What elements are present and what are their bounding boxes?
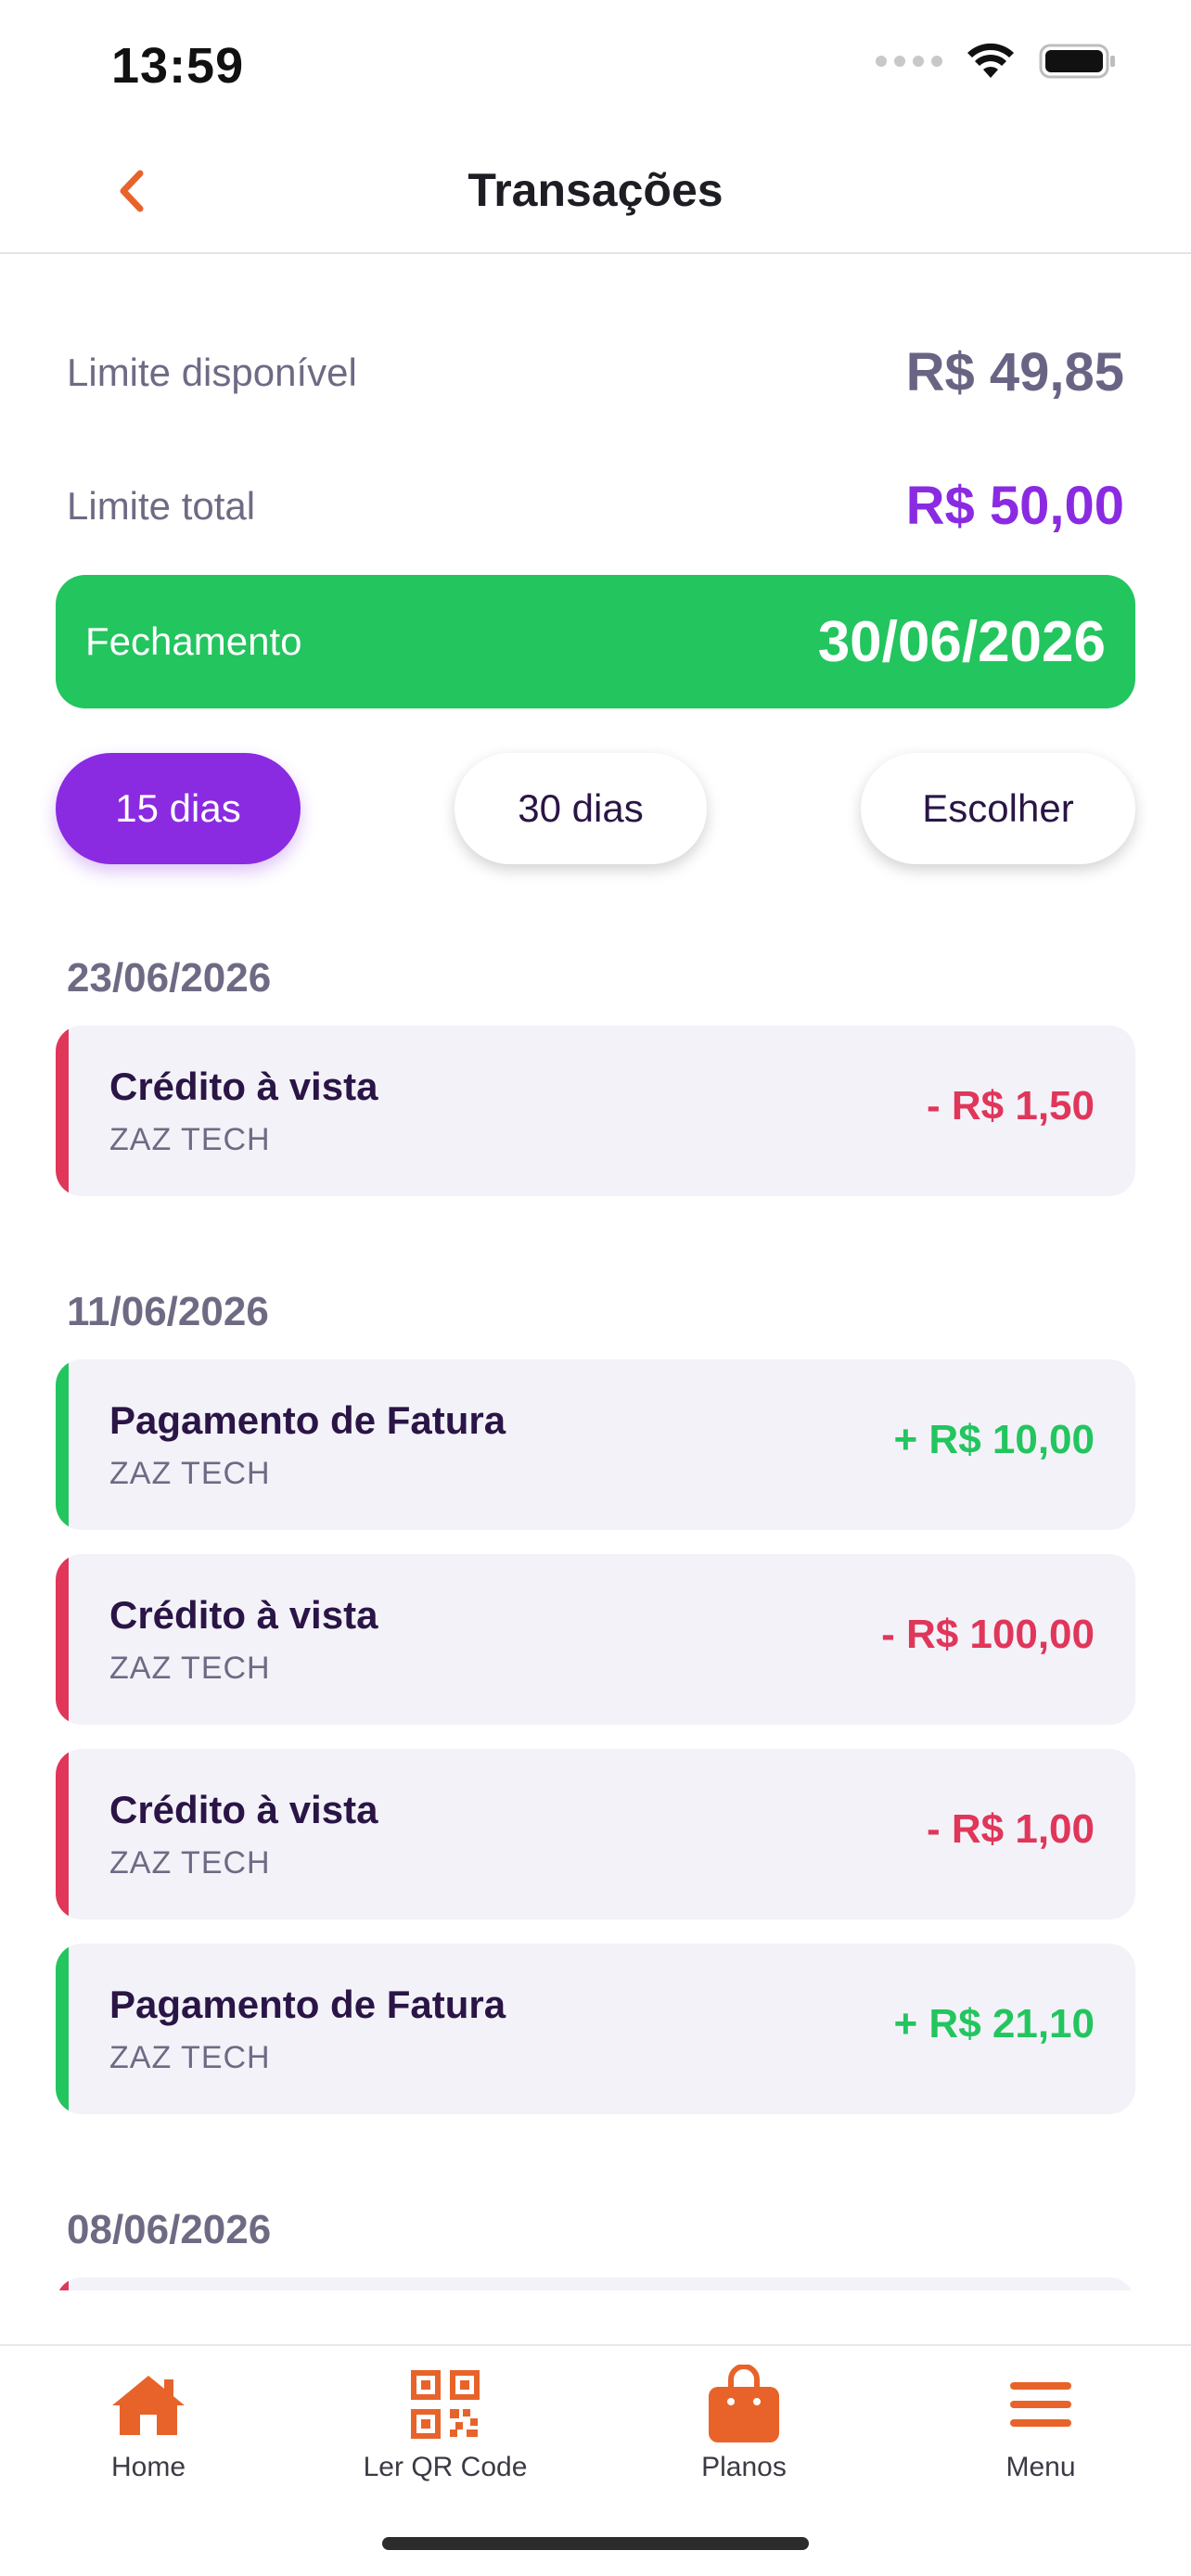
transaction-amount: + R$ 10,00 bbox=[893, 1417, 1095, 1462]
filter-30-days-button[interactable]: 30 dias bbox=[455, 753, 707, 864]
debit-indicator bbox=[56, 2277, 69, 2290]
closing-date: 30/06/2026 bbox=[817, 609, 1106, 674]
credit-indicator bbox=[56, 1944, 69, 2114]
transaction-title: Pagamento de Fatura bbox=[109, 1398, 506, 1442]
transaction-amount: + R$ 21,10 bbox=[893, 2001, 1095, 2047]
available-limit-row: Limite disponível R$ 49,85 bbox=[67, 341, 1124, 403]
transaction-card[interactable]: Pagamento de Fatura ZAZ TECH + R$ 21,10 bbox=[56, 1944, 1135, 2114]
transaction-title: Crédito à vista bbox=[109, 1065, 378, 1108]
filter-15-days-button[interactable]: 15 dias bbox=[56, 753, 301, 864]
status-icons bbox=[876, 43, 1117, 80]
transaction-merchant: ZAZ TECH bbox=[109, 1651, 271, 1686]
closing-date-banner: Fechamento 30/06/2026 bbox=[56, 575, 1135, 708]
navigation-bar: Transações bbox=[0, 130, 1191, 254]
date-header: 11/06/2026 bbox=[67, 1289, 269, 1334]
transaction-title: Pagamento de Fatura bbox=[109, 1983, 506, 2026]
available-limit-value: R$ 49,85 bbox=[905, 342, 1124, 402]
transactions-screen: 13:59 Transações Limite disponível R$ 49… bbox=[0, 0, 1191, 2576]
tab-menu[interactable]: Menu bbox=[911, 2363, 1171, 2483]
transaction-amount: - R$ 1,50 bbox=[927, 1083, 1095, 1129]
total-limit-label: Limite total bbox=[67, 483, 256, 528]
house-icon bbox=[112, 2376, 185, 2435]
transaction-title: Crédito à vista bbox=[109, 1593, 378, 1637]
tab-menu-label: Menu bbox=[1005, 2452, 1076, 2482]
tab-qr-code[interactable]: Ler QR Code bbox=[315, 2363, 575, 2483]
filter-choose-period-button[interactable]: Escolher bbox=[861, 753, 1135, 864]
battery-icon bbox=[1039, 44, 1115, 79]
closing-label: Fechamento bbox=[85, 619, 302, 663]
wifi-icon bbox=[967, 43, 1014, 78]
transaction-amount: - R$ 1,00 bbox=[927, 1806, 1095, 1852]
status-time: 13:59 bbox=[111, 38, 245, 94]
date-header: 08/06/2026 bbox=[67, 2207, 272, 2252]
transaction-merchant: ZAZ TECH bbox=[109, 1122, 271, 1157]
tab-plans-label: Planos bbox=[701, 2452, 787, 2482]
transaction-merchant: ZAZ TECH bbox=[109, 1456, 271, 1491]
transaction-card[interactable] bbox=[56, 2277, 1135, 2290]
transaction-merchant: ZAZ TECH bbox=[109, 2040, 271, 2075]
transaction-card[interactable]: Pagamento de Fatura ZAZ TECH + R$ 10,00 bbox=[56, 1359, 1135, 1530]
home-indicator[interactable] bbox=[382, 2537, 809, 2550]
tab-home-label: Home bbox=[110, 2452, 186, 2482]
transaction-card[interactable]: Crédito à vista ZAZ TECH - R$ 1,50 bbox=[56, 1026, 1135, 1196]
transaction-card[interactable]: Crédito à vista ZAZ TECH - R$ 1,00 bbox=[56, 1749, 1135, 1919]
page-title: Transações bbox=[467, 164, 724, 216]
status-bar: 13:59 bbox=[0, 0, 1191, 130]
transaction-amount: - R$ 100,00 bbox=[881, 1612, 1095, 1657]
transaction-merchant: ZAZ TECH bbox=[109, 1845, 271, 1881]
debit-indicator bbox=[56, 1749, 69, 1919]
date-header: 23/06/2026 bbox=[67, 955, 272, 1001]
debit-indicator bbox=[56, 1554, 69, 1725]
tab-home[interactable]: Home bbox=[19, 2363, 278, 2483]
transaction-title: Crédito à vista bbox=[109, 1788, 378, 1831]
debit-indicator bbox=[56, 1026, 69, 1196]
transaction-card[interactable]: Crédito à vista ZAZ TECH - R$ 100,00 bbox=[56, 1554, 1135, 1725]
shopping-bag-icon bbox=[709, 2365, 779, 2442]
hamburger-menu-icon bbox=[1010, 2382, 1071, 2427]
tab-plans[interactable]: Planos bbox=[614, 2363, 874, 2483]
tab-qr-code-label: Ler QR Code bbox=[363, 2452, 528, 2482]
total-limit-row: Limite total R$ 50,00 bbox=[67, 475, 1124, 537]
transactions-list[interactable]: 23/06/2026 Crédito à vista ZAZ TECH - R$… bbox=[0, 927, 1191, 2290]
cellular-signal-icon bbox=[876, 56, 942, 67]
available-limit-label: Limite disponível bbox=[67, 350, 357, 394]
credit-indicator bbox=[56, 1359, 69, 1530]
qr-code-icon bbox=[411, 2370, 480, 2439]
total-limit-value: R$ 50,00 bbox=[905, 476, 1124, 536]
